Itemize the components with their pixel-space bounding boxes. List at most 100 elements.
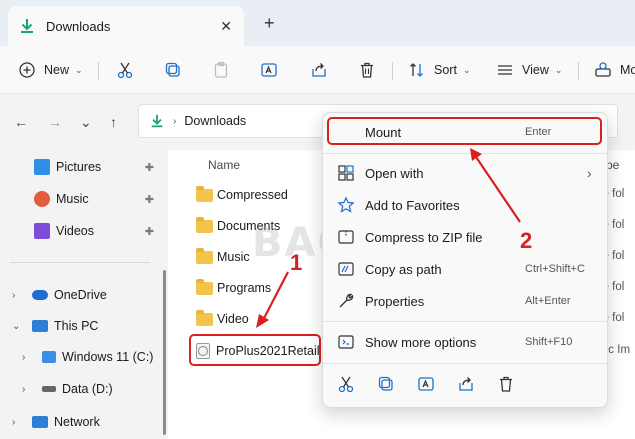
navigation-pane: Pictures ✚ Music ✚ Videos ✚ › OneDrive ⌄…	[0, 150, 160, 439]
sidebar-scrollbar[interactable]	[163, 270, 166, 435]
divider	[392, 62, 393, 80]
folder-icon	[196, 278, 213, 295]
list-item[interactable]: Documents	[196, 213, 280, 239]
view-label: View	[522, 63, 549, 77]
open-with-icon	[338, 165, 354, 181]
folder-icon	[196, 216, 213, 233]
sidebar-item-label: This PC	[54, 319, 99, 333]
chevron-right-icon[interactable]: ›	[22, 384, 25, 395]
menu-item-label: Properties	[365, 293, 425, 309]
divider	[323, 153, 609, 154]
chevron-down-icon: ⌄	[554, 64, 563, 75]
copy-path-icon	[338, 262, 354, 276]
pin-icon: ✚	[144, 161, 154, 174]
pin-icon: ✚	[144, 225, 154, 238]
chevron-right-icon[interactable]: ›	[12, 417, 15, 428]
download-icon	[151, 114, 163, 128]
music-icon	[34, 191, 50, 207]
menu-item-label: Compress to ZIP file	[365, 229, 483, 245]
file-name: Compressed	[217, 188, 288, 202]
share-button[interactable]	[310, 58, 328, 82]
chevron-down-icon: ⌄	[75, 64, 83, 75]
wrench-icon	[339, 293, 354, 308]
star-icon	[337, 196, 355, 213]
new-tab-button[interactable]: +	[264, 14, 275, 32]
cut-button[interactable]	[116, 58, 134, 82]
context-menu-quick-actions	[323, 369, 609, 399]
sidebar-item-windows-drive[interactable]: › Windows 11 (C:)	[0, 344, 160, 370]
chevron-down-icon[interactable]: ⌄	[12, 321, 20, 332]
sidebar-item-label: Data (D:)	[62, 382, 113, 396]
windows-drive-icon	[42, 351, 56, 363]
menu-item-compress-zip[interactable]: Compress to ZIP file	[329, 222, 603, 252]
more-options-icon	[338, 335, 354, 349]
copy-button[interactable]	[164, 58, 182, 82]
share-icon	[312, 63, 326, 77]
rename-button[interactable]	[260, 58, 278, 82]
file-name: Music	[217, 250, 250, 264]
delete-button[interactable]	[358, 58, 376, 82]
highlight-box	[189, 334, 321, 366]
sort-label: Sort	[434, 63, 457, 77]
new-button[interactable]: New ⌄	[18, 58, 83, 82]
sidebar-item-pictures[interactable]: Pictures ✚	[0, 154, 160, 180]
copy-icon[interactable]	[377, 375, 395, 393]
sidebar-item-music[interactable]: Music ✚	[0, 186, 160, 212]
forward-icon[interactable]: →	[48, 114, 62, 130]
menu-item-show-more-options[interactable]: Show more options Shift+F10	[329, 327, 603, 357]
chevron-right-icon[interactable]: ›	[22, 352, 25, 363]
more-button[interactable]: Mo	[594, 58, 635, 82]
new-label: New	[44, 63, 70, 77]
menu-item-label: Show more options	[365, 334, 477, 350]
trash-icon[interactable]	[497, 375, 515, 393]
view-icon	[498, 65, 512, 75]
sidebar-item-network[interactable]: › Network	[0, 409, 160, 435]
chevron-down-icon: ⌄	[462, 64, 471, 75]
trash-icon	[361, 62, 373, 78]
list-item[interactable]: Music	[196, 244, 250, 270]
list-item[interactable]: Compressed	[196, 182, 288, 208]
menu-item-open-with[interactable]: Open with ›	[329, 158, 603, 188]
list-item[interactable]: Video	[196, 306, 249, 332]
back-icon[interactable]: ←	[14, 114, 28, 130]
sidebar-item-onedrive[interactable]: › OneDrive	[0, 282, 160, 308]
close-tab-icon[interactable]: ✕	[220, 18, 232, 35]
breadcrumb-chevron-icon[interactable]: ›	[173, 116, 176, 127]
sidebar-item-this-pc[interactable]: ⌄ This PC	[0, 313, 160, 339]
shortcut-label: Shift+F10	[525, 336, 573, 348]
chevron-right-icon[interactable]: ›	[12, 290, 15, 301]
annotation-step-2: 2	[520, 228, 533, 253]
pictures-icon	[34, 159, 50, 175]
menu-item-label: Add to Favorites	[365, 197, 460, 213]
tab-downloads[interactable]: Downloads ✕	[8, 6, 244, 46]
network-icon	[32, 416, 48, 428]
sidebar-item-label: Videos	[56, 224, 94, 238]
command-bar: New ⌄ Sort ⌄ View ⌄ Mo	[0, 46, 635, 94]
paste-button[interactable]	[212, 58, 230, 82]
file-name: Programs	[217, 281, 272, 295]
recent-locations-icon[interactable]: ⌄	[80, 114, 92, 131]
scissors-icon	[117, 62, 133, 79]
sort-button[interactable]: Sort ⌄	[408, 58, 470, 82]
view-button[interactable]: View ⌄	[496, 58, 562, 82]
menu-item-properties[interactable]: Properties Alt+Enter	[329, 286, 603, 316]
pin-icon: ✚	[144, 193, 154, 206]
sidebar-item-label: Pictures	[56, 160, 102, 174]
folder-icon	[196, 185, 213, 202]
breadcrumb-downloads[interactable]: Downloads	[184, 114, 246, 128]
sidebar-item-videos[interactable]: Videos ✚	[0, 218, 160, 244]
list-item[interactable]: Programs	[196, 275, 271, 301]
divider	[323, 321, 609, 322]
shortcut-label: Alt+Enter	[525, 295, 571, 307]
download-icon	[21, 19, 33, 33]
column-header-name[interactable]: Name	[208, 158, 240, 172]
rename-icon[interactable]	[417, 375, 435, 393]
menu-item-add-to-favorites[interactable]: Add to Favorites	[329, 190, 603, 220]
scissors-icon[interactable]	[337, 375, 355, 393]
menu-item-copy-as-path[interactable]: Copy as path Ctrl+Shift+C	[329, 254, 603, 284]
sidebar-item-label: Windows 11 (C:)	[62, 350, 154, 364]
share-icon[interactable]	[457, 375, 475, 393]
sidebar-item-data-drive[interactable]: › Data (D:)	[0, 376, 160, 402]
up-icon[interactable]: ↑	[110, 114, 117, 130]
file-name: Documents	[217, 219, 281, 233]
